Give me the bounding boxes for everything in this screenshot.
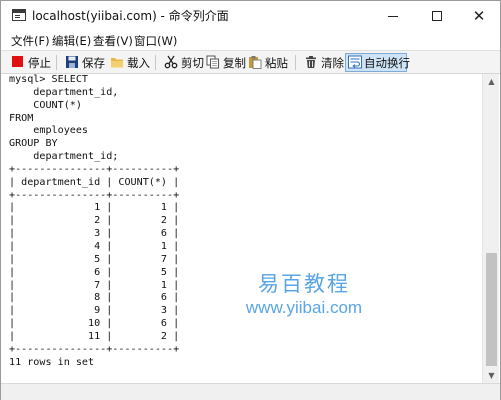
minimize-button[interactable] [371, 1, 415, 31]
toolbar-separator [155, 55, 156, 70]
save-label: 保存 [82, 56, 105, 70]
maximize-button[interactable] [415, 1, 459, 31]
paste-icon [249, 56, 262, 69]
folder-icon [111, 58, 123, 68]
status-bar [1, 383, 500, 400]
console-text: mysql> SELECT department_id, COUNT(*) FR… [9, 74, 180, 368]
trash-icon [306, 56, 316, 68]
wrap-icon [348, 55, 362, 69]
toolbar-separator [295, 55, 296, 70]
paste-button[interactable]: 粘贴 [248, 53, 288, 72]
copy-button[interactable]: 复制 [206, 53, 246, 72]
minimize-icon [388, 16, 398, 17]
stop-button[interactable]: 停止 [11, 53, 51, 72]
vertical-scrollbar[interactable]: ▲ ▼ [482, 74, 499, 383]
clear-button[interactable]: 清除 [304, 53, 344, 72]
word-wrap-label: 自动换行 [364, 56, 410, 70]
close-icon: ✕ [472, 7, 486, 25]
save-button[interactable]: 保存 [65, 53, 105, 72]
load-button[interactable]: 载入 [110, 53, 150, 72]
stop-label: 停止 [28, 56, 51, 70]
window-title: localhost(yiibai.com) - 命令列介面 [32, 9, 229, 23]
app-window: localhost(yiibai.com) - 命令列介面 ✕ 文件(F) 编辑… [0, 0, 501, 400]
cut-label: 剪切 [181, 56, 204, 70]
menu-file[interactable]: 文件(F) [11, 33, 50, 49]
watermark-url: www.yiibai.com [245, 298, 363, 317]
clear-label: 清除 [321, 56, 344, 70]
copy-label: 复制 [223, 56, 246, 70]
load-label: 载入 [127, 56, 150, 70]
cut-button[interactable]: 剪切 [164, 53, 204, 72]
stop-icon [12, 56, 23, 67]
save-icon [66, 56, 78, 68]
menu-view[interactable]: 查看(V) [93, 33, 133, 49]
toolbar-separator [56, 55, 57, 70]
watermark: 易百教程 www.yiibai.com [244, 271, 364, 319]
paste-label: 粘贴 [265, 56, 288, 70]
menu-window[interactable]: 窗口(W) [134, 33, 177, 49]
menu-bar: 文件(F) 编辑(E) 查看(V) 窗口(W) [1, 31, 500, 49]
word-wrap-toggle[interactable]: 自动换行 [345, 53, 410, 72]
copy-icon [206, 55, 219, 69]
title-bar[interactable]: localhost(yiibai.com) - 命令列介面 ✕ [1, 1, 500, 31]
toolbar: 停止 保存 载入 剪切 复制 粘贴 清除 自动换行 [1, 50, 500, 74]
scissors-icon [164, 55, 178, 69]
scroll-down-arrow-icon[interactable]: ▼ [483, 368, 500, 383]
scroll-thumb[interactable] [486, 253, 497, 366]
watermark-chinese: 易百教程 [258, 272, 350, 296]
close-button[interactable]: ✕ [457, 1, 501, 31]
menu-edit[interactable]: 编辑(E) [52, 33, 91, 49]
console-output[interactable]: mysql> SELECT department_id, COUNT(*) FR… [3, 74, 481, 383]
console-window-icon [12, 9, 26, 21]
maximize-icon [432, 11, 442, 21]
scroll-up-arrow-icon[interactable]: ▲ [483, 74, 500, 89]
